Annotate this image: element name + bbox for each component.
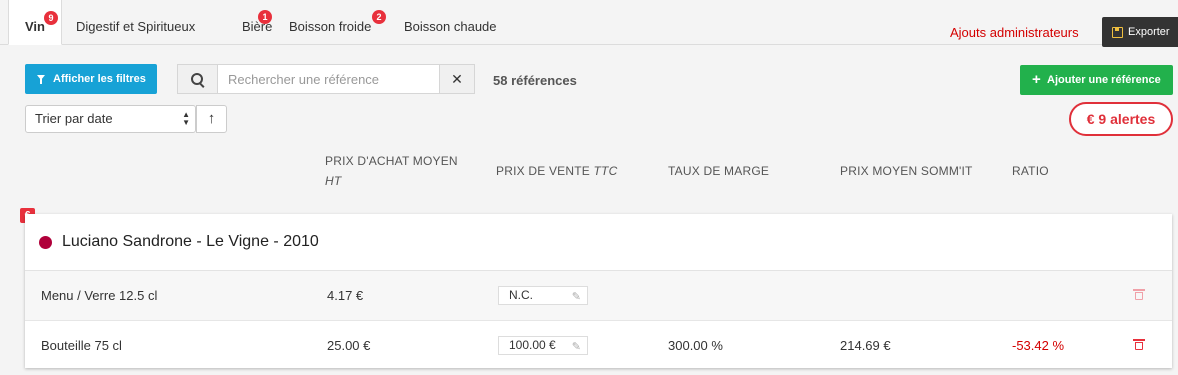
plus-icon: + [1032,71,1041,88]
table-row: Menu / Verre 12.5 cl 4.17 € N.C. ✎ [25,271,1172,321]
margin-rate: 300.00 % [668,338,723,353]
col-unit: HT [325,174,342,188]
col-purchase-price: PRIX D'ACHAT MOYEN HT [325,151,458,191]
table-row: Bouteille 75 cl 25.00 € 100.00 € ✎ 300.0… [25,321,1172,370]
export-button[interactable]: Exporter [1102,17,1178,47]
select-arrows-icon: ▲ ▼ [182,110,190,127]
delete-icon[interactable] [1133,339,1145,350]
clear-search-button[interactable]: ✕ [439,65,474,93]
col-sale-price: PRIX DE VENTE TTC [496,161,617,181]
product-header[interactable]: Luciano Sandrone - Le Vigne - 2010 [25,214,1172,271]
export-label: Exporter [1128,26,1170,38]
sale-price-input[interactable]: 100.00 € ✎ [498,336,588,355]
somm-price: 214.69 € [840,338,891,353]
sale-price-input[interactable]: N.C. ✎ [498,286,588,305]
purchase-price: 4.17 € [327,288,364,303]
product-name: Luciano Sandrone - Le Vigne - 2010 [62,233,319,250]
show-filters-button[interactable]: Afficher les filtres [25,64,157,94]
add-label: Ajouter une référence [1047,74,1161,86]
delete-icon[interactable] [1133,289,1145,300]
tab-boisson-froide[interactable]: Boisson froide [289,0,371,44]
sort-direction-button[interactable]: ↑ [196,105,227,133]
sale-price-value: N.C. [509,288,533,302]
col-unit: TTC [593,164,618,178]
col-somm-price: PRIX MOYEN SOMM'IT [840,164,973,178]
ratio-value: -53.42 % [1012,338,1065,353]
sort-select[interactable]: Trier par date ▲ ▼ [25,105,196,133]
product-card: Luciano Sandrone - Le Vigne - 2010 Menu … [25,214,1172,368]
search-addon [178,65,218,93]
tab-badge: 2 [372,10,386,24]
pencil-icon: ✎ [571,341,581,353]
search-icon [191,73,203,85]
purchase-price: 25.00 € [327,338,371,353]
pencil-icon: ✎ [571,291,581,303]
tab-boisson-chaude[interactable]: Boisson chaude [404,0,497,44]
tab-label: Digestif et Spiritueux [76,19,196,34]
sale-price-value: 100.00 € [509,338,556,352]
format-label: Bouteille 75 cl [41,338,122,353]
reference-count: 58 références [493,73,577,88]
save-icon [1112,27,1123,38]
wine-color-dot [39,236,52,249]
sort-value: Trier par date [35,111,113,126]
filter-label: Afficher les filtres [53,73,146,85]
col-label: PRIX D'ACHAT MOYEN [325,154,458,168]
tab-badge: 9 [44,11,58,25]
tab-digestif[interactable]: Digestif et Spiritueux [76,0,195,44]
search-group: ✕ [177,64,475,94]
filter-icon [37,75,45,84]
col-label: PRIX DE VENTE [496,164,590,178]
format-label: Menu / Verre 12.5 cl [41,288,158,303]
search-input[interactable] [218,65,440,93]
admin-additions-link[interactable]: Ajouts administrateurs [950,25,1079,40]
col-margin-rate: TAUX DE MARGE [668,164,770,178]
col-ratio: RATIO [1012,164,1049,178]
alerts-button[interactable]: € 9 alertes [1069,102,1173,136]
add-reference-button[interactable]: + Ajouter une référence [1020,65,1173,95]
tab-badge: 1 [258,10,272,24]
tab-label: Vin [25,19,45,34]
tab-label: Boisson froide [289,19,372,34]
tab-label: Boisson chaude [404,19,497,34]
